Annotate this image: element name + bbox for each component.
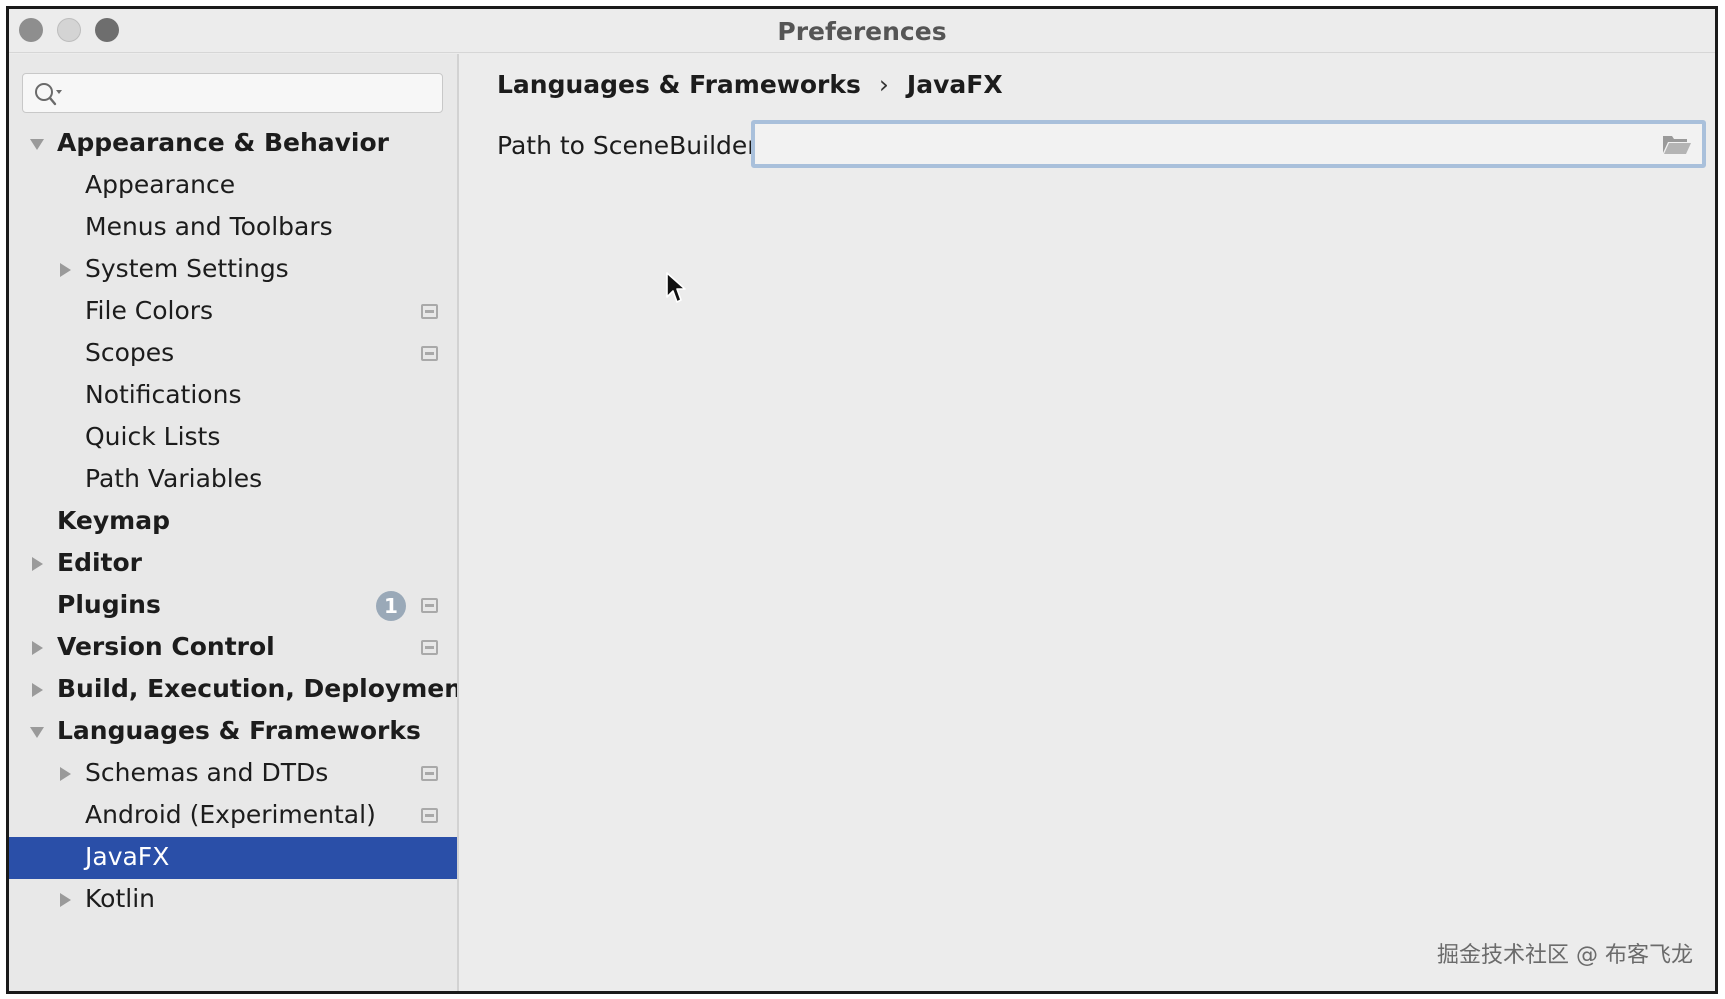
sidebar-item-label: Version Control	[57, 632, 275, 661]
sidebar-item-path-variables[interactable]: Path Variables	[9, 459, 457, 501]
project-level-icon	[421, 304, 438, 319]
project-level-icon	[421, 598, 438, 613]
sidebar-item-label: Editor	[57, 548, 142, 577]
window-title: Preferences	[777, 17, 947, 46]
sidebar-item-build-execution-deployment[interactable]: Build, Execution, Deployment	[9, 669, 459, 711]
settings-content-pane: Languages & Frameworks › JavaFX Path to Sc…	[461, 54, 1715, 991]
sidebar-item-label: Schemas and DTDs	[85, 758, 329, 787]
chevron-down-icon[interactable]	[29, 136, 45, 152]
sidebar-item-file-colors[interactable]: File Colors	[9, 291, 457, 333]
sidebar-item-label: Appearance & Behavior	[57, 128, 389, 157]
sidebar-item-system-settings[interactable]: System Settings	[9, 249, 457, 291]
sidebar-item-keymap[interactable]: Keymap	[9, 501, 457, 543]
chevron-right-icon[interactable]	[29, 640, 45, 656]
sidebar-item-quick-lists[interactable]: Quick Lists	[9, 417, 457, 459]
update-count-badge: 1	[376, 591, 406, 621]
sidebar-item-languages-frameworks[interactable]: Languages & Frameworks	[9, 711, 457, 753]
sidebar-item-schemas-and-dtds[interactable]: Schemas and DTDs	[9, 753, 457, 795]
sidebar-item-label: Quick Lists	[85, 422, 221, 451]
sidebar-item-label: Notifications	[85, 380, 242, 409]
sidebar-item-label: Plugins	[57, 590, 161, 619]
preferences-window: Preferences Appearance & Behavior Appeara…	[6, 6, 1718, 994]
chevron-right-icon[interactable]	[29, 556, 45, 572]
chevron-right-icon[interactable]	[57, 262, 73, 278]
chevron-right-icon[interactable]	[57, 892, 73, 908]
sidebar-item-plugins[interactable]: Plugins 1	[9, 585, 457, 627]
chevron-right-icon[interactable]	[57, 766, 73, 782]
settings-search-field[interactable]	[22, 73, 443, 113]
search-icon[interactable]	[33, 80, 63, 108]
chevron-right-icon[interactable]	[29, 682, 45, 698]
sidebar-item-label: Keymap	[57, 506, 171, 535]
scenebuilder-path-input[interactable]	[755, 124, 1702, 164]
breadcrumb: Languages & Frameworks › JavaFX	[497, 70, 1003, 99]
sidebar-item-appearance[interactable]: Appearance	[9, 165, 457, 207]
sidebar-item-label: File Colors	[85, 296, 214, 325]
breadcrumb-separator: ›	[878, 70, 889, 99]
sidebar-item-label: Android (Experimental)	[85, 800, 376, 829]
project-level-icon	[421, 640, 438, 655]
sidebar-item-menus-and-toolbars[interactable]: Menus and Toolbars	[9, 207, 457, 249]
sidebar-item-notifications[interactable]: Notifications	[9, 375, 457, 417]
sidebar-item-label: Kotlin	[85, 884, 155, 913]
sidebar-item-editor[interactable]: Editor	[9, 543, 457, 585]
scenebuilder-path-label: Path to SceneBuilder:	[497, 131, 766, 160]
watermark-text: 掘金技术社区 @ 布客飞龙	[1437, 943, 1693, 968]
sidebar-item-label: Path Variables	[85, 464, 263, 493]
breadcrumb-parent[interactable]: Languages & Frameworks	[497, 70, 861, 99]
title-bar: Preferences	[9, 9, 1715, 53]
sidebar-item-label: Build, Execution, Deployment	[57, 674, 459, 703]
chevron-down-icon[interactable]	[29, 724, 45, 740]
project-level-icon	[421, 808, 438, 823]
folder-open-icon[interactable]	[1662, 133, 1692, 155]
sidebar-item-label: JavaFX	[85, 842, 170, 871]
sidebar-item-kotlin[interactable]: Kotlin	[9, 879, 457, 921]
mouse-cursor-icon	[666, 272, 686, 303]
breadcrumb-current: JavaFX	[906, 70, 1003, 99]
sidebar-item-label: Languages & Frameworks	[57, 716, 421, 745]
sidebar-item-label: System Settings	[85, 254, 289, 283]
scenebuilder-path-field[interactable]	[751, 120, 1706, 168]
settings-sidebar: Appearance & Behavior Appearance Menus and…	[9, 54, 459, 991]
project-level-icon	[421, 346, 438, 361]
sidebar-item-label: Scopes	[85, 338, 175, 367]
sidebar-item-label: Appearance	[85, 170, 236, 199]
sidebar-item-version-control[interactable]: Version Control	[9, 627, 457, 669]
sidebar-item-label: Menus and Toolbars	[85, 212, 333, 241]
sidebar-item-appearance-behavior[interactable]: Appearance & Behavior	[9, 123, 457, 165]
sidebar-item-android-experimental[interactable]: Android (Experimental)	[9, 795, 457, 837]
sidebar-item-javafx[interactable]: JavaFX	[9, 837, 457, 879]
sidebar-item-scopes[interactable]: Scopes	[9, 333, 457, 375]
project-level-icon	[421, 766, 438, 781]
